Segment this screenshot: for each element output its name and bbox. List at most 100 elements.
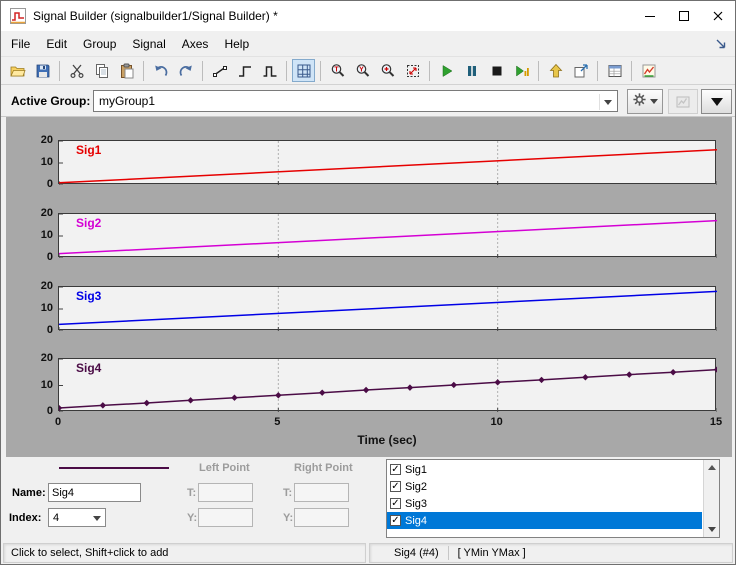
active-group-combobox[interactable]: myGroup1 (93, 90, 618, 112)
run-icon (439, 63, 455, 79)
listbox-item-label: Sig1 (405, 464, 427, 476)
signal-listbox[interactable]: ✓ Sig1 ✓ Sig2 ✓ Sig3 ✓ Sig4 (386, 459, 720, 538)
open-button[interactable] (6, 59, 29, 82)
requirements-button[interactable] (603, 59, 626, 82)
listbox-item-sig1[interactable]: ✓ Sig1 (387, 461, 702, 478)
toolbar-separator (320, 61, 321, 81)
vertical-scrollbar[interactable] (703, 460, 719, 537)
group-settings-button[interactable] (627, 89, 663, 114)
zoom-time-icon: T (330, 63, 346, 79)
step-mode-icon (237, 63, 253, 79)
zoom-time-button[interactable]: T (326, 59, 349, 82)
toolbar-separator (202, 61, 203, 81)
line-mode-button[interactable] (208, 59, 231, 82)
undo-button[interactable] (149, 59, 172, 82)
listbox-item-label: Sig2 (405, 481, 427, 493)
save-button[interactable] (31, 59, 54, 82)
right-point-label: Right Point (294, 462, 353, 474)
pause-button[interactable] (460, 59, 483, 82)
redo-button[interactable] (174, 59, 197, 82)
checkbox-icon[interactable]: ✓ (390, 498, 401, 509)
xtick-label: 0 (46, 416, 70, 428)
dock-button[interactable] (713, 36, 729, 52)
index-select[interactable]: 4 (48, 508, 106, 527)
right-t-label: T: (283, 487, 292, 499)
listbox-item-label: Sig3 (405, 498, 427, 510)
right-t-input (294, 483, 349, 502)
close-button[interactable] (701, 1, 735, 31)
listbox-items: ✓ Sig1 ✓ Sig2 ✓ Sig3 ✓ Sig4 (387, 461, 702, 537)
svg-text:Y: Y (359, 66, 364, 73)
toolbar: TY (1, 57, 735, 85)
menu-help[interactable]: Help (216, 33, 257, 55)
zoom-in-button[interactable] (376, 59, 399, 82)
signal-plot-sig3 (59, 287, 717, 331)
checkbox-icon[interactable]: ✓ (390, 481, 401, 492)
listbox-item-label: Sig4 (405, 515, 427, 527)
pulse-mode-button[interactable] (258, 59, 281, 82)
axes-sig3[interactable]: Sig320100 (58, 286, 716, 330)
maximize-button[interactable] (667, 1, 701, 31)
time-axis-label: Time (sec) (58, 433, 716, 447)
checkbox-icon[interactable]: ✓ (390, 464, 401, 475)
ytick-label: 0 (25, 251, 53, 263)
title-bar: Signal Builder (signalbuilder1/Signal Bu… (1, 1, 735, 31)
menu-bar: FileEditGroupSignalAxesHelp (1, 31, 735, 57)
scroll-down-button[interactable] (704, 522, 719, 537)
gear-icon (632, 92, 647, 112)
menu-axes[interactable]: Axes (174, 33, 217, 55)
preview-button (668, 89, 698, 114)
listbox-item-sig4[interactable]: ✓ Sig4 (387, 512, 702, 529)
left-point-label: Left Point (199, 462, 250, 474)
ytick-label: 10 (25, 156, 53, 168)
zoom-in-icon (380, 63, 396, 79)
run-all-button[interactable] (510, 59, 533, 82)
snap-grid-button[interactable] (292, 59, 315, 82)
toolbar-separator (631, 61, 632, 81)
listbox-item-sig2[interactable]: ✓ Sig2 (387, 478, 702, 495)
listbox-item-sig3[interactable]: ✓ Sig3 (387, 495, 702, 512)
combobox-arrow-icon[interactable] (599, 94, 615, 110)
active-group-row: Active Group: myGroup1 (1, 85, 735, 117)
copy-button[interactable] (90, 59, 113, 82)
collapse-panel-button[interactable] (701, 89, 732, 114)
menu-signal[interactable]: Signal (124, 33, 173, 55)
minimize-button[interactable] (633, 1, 667, 31)
signal-properties-button[interactable] (637, 59, 660, 82)
copy-icon (94, 63, 110, 79)
toolbar-separator (429, 61, 430, 81)
left-y-label: Y: (187, 512, 197, 524)
cut-button[interactable] (65, 59, 88, 82)
scroll-up-button[interactable] (704, 460, 719, 475)
axes-sig4[interactable]: Sig420100 (58, 358, 716, 411)
axes-sig2[interactable]: Sig220100 (58, 213, 716, 257)
ytick-label: 0 (25, 178, 53, 190)
run-button[interactable] (435, 59, 458, 82)
maximize-icon (680, 12, 689, 21)
signal-label-sig4: Sig4 (76, 361, 101, 375)
menu-file[interactable]: File (3, 33, 38, 55)
menu-group[interactable]: Group (75, 33, 124, 55)
axes-sig1[interactable]: Sig120100 (58, 140, 716, 184)
preview-icon (675, 94, 691, 110)
up-to-parent-button[interactable] (544, 59, 567, 82)
dock-arrow-icon (713, 36, 729, 52)
open-model-icon (573, 63, 589, 79)
xtick-label: 15 (704, 416, 728, 428)
name-input[interactable] (48, 483, 141, 502)
ytick-label: 10 (25, 302, 53, 314)
right-y-input (294, 508, 349, 527)
signal-plot-sig1 (59, 141, 717, 185)
open-model-button[interactable] (569, 59, 592, 82)
fit-view-button[interactable] (401, 59, 424, 82)
signal-plot-sig4 (59, 359, 717, 412)
zoom-y-button[interactable]: Y (351, 59, 374, 82)
stop-button[interactable] (485, 59, 508, 82)
checkbox-icon[interactable]: ✓ (390, 515, 401, 526)
svg-text:T: T (334, 66, 339, 73)
down-triangle-icon (711, 98, 723, 106)
status-message: Click to select, Shift+click to add (3, 543, 366, 563)
paste-button[interactable] (115, 59, 138, 82)
step-mode-button[interactable] (233, 59, 256, 82)
menu-edit[interactable]: Edit (38, 33, 75, 55)
